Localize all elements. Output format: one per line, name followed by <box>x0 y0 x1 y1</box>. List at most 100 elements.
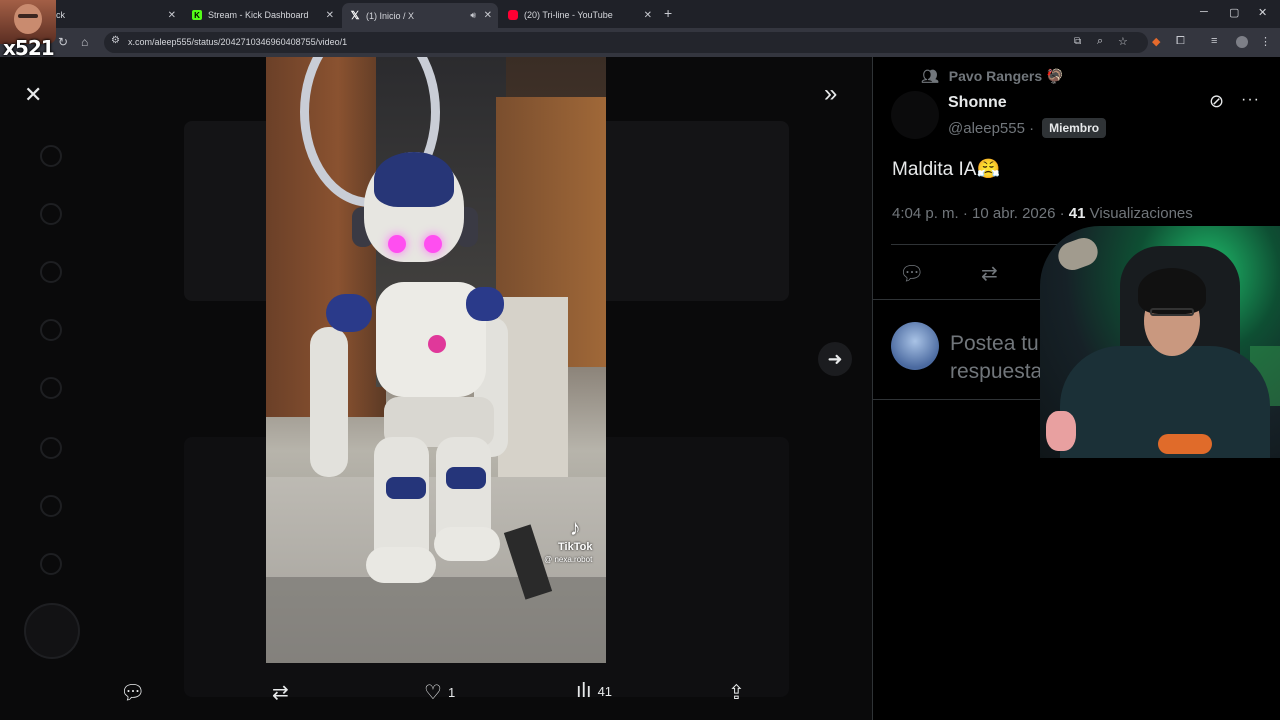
more-options-icon[interactable]: ··· <box>1241 91 1260 109</box>
robot-eye-right <box>424 235 442 253</box>
author-handle-row: @aleep555 · Miembro <box>948 118 1107 138</box>
community-name: Pavo Rangers 🦃 <box>948 68 1064 84</box>
tiktok-brand: TikTok <box>558 541 593 553</box>
browser-menu-icon[interactable]: ⋮ <box>1260 35 1271 48</box>
post-views-label: Visualizaciones <box>1089 205 1193 222</box>
cam-sticker <box>1046 411 1076 451</box>
robot-foot-left <box>366 547 436 583</box>
analytics-icon: ılı <box>576 680 592 702</box>
close-tab-icon[interactable]: ✕ <box>484 10 492 21</box>
media-control-icon[interactable]: ≡ <box>1211 35 1217 47</box>
extensions-puzzle-icon[interactable]: ⧠ <box>1176 35 1185 48</box>
extension-fox-icon[interactable]: ◆ <box>1152 35 1160 48</box>
url-box[interactable]: ⚙ x.com/aleep555/status/2042710346960408… <box>104 32 1148 53</box>
reply-input[interactable]: Postea tu respuesta <box>950 330 1042 382</box>
views-count: 41 <box>597 684 613 699</box>
robot-shoulder-left <box>326 294 372 332</box>
close-tab-icon[interactable]: ✕ <box>326 10 334 21</box>
like-count: 1 <box>447 685 456 700</box>
speaker-icon[interactable]: 🔊︎ <box>470 10 476 21</box>
robot-eye-left <box>388 235 406 253</box>
robot-head-cap <box>374 152 454 207</box>
reload-icon[interactable]: ↻ <box>58 35 68 49</box>
grok-icon[interactable]: ⊘ <box>1209 91 1224 112</box>
maximize-icon[interactable]: ▢ <box>1229 6 1239 19</box>
messages-nav-icon <box>40 319 62 341</box>
tiktok-watermark: ♪ TikTok @ nexa.robot <box>544 515 593 565</box>
reply-button[interactable]: 💬︎ <box>120 680 151 705</box>
robot-foot-right <box>434 527 500 561</box>
window-close-icon[interactable]: ✕ <box>1258 6 1267 19</box>
site-info-icon[interactable]: ⚙ <box>111 35 120 46</box>
author-handle[interactable]: @aleep555 · <box>948 120 1034 137</box>
scene-shadow <box>266 577 606 663</box>
robot-knee-right <box>446 467 486 489</box>
cam-hand <box>1158 434 1212 454</box>
author-name[interactable]: Shonne <box>948 94 1007 112</box>
robot-chest-light <box>428 335 446 353</box>
post-views-count: 41 <box>1068 205 1086 222</box>
side-reply-icon[interactable]: 💬︎ <box>899 261 924 286</box>
video-player[interactable]: ♪ TikTok @ nexa.robot <box>266 57 606 663</box>
reply-icon: 💬︎ <box>120 682 146 704</box>
x-logo-icon: 𝕏 <box>350 10 360 22</box>
tab-kick-dashboard[interactable]: K Stream - Kick Dashboard ✕ <box>184 4 340 26</box>
robot-knee-left <box>386 477 426 499</box>
grok-nav-icon <box>40 377 62 399</box>
retweet-button[interactable]: ⇄ <box>272 680 295 705</box>
tab-title: Stream - Kick Dashboard <box>208 10 309 20</box>
avatar-eyes <box>18 14 38 18</box>
profile-avatar[interactable] <box>1236 36 1248 48</box>
new-tab-icon[interactable]: + <box>664 5 672 21</box>
scene-box <box>498 297 568 487</box>
cam-microphone <box>1054 234 1102 274</box>
views-button[interactable]: ılı 41 <box>576 680 612 703</box>
like-button[interactable]: ♡ 1 <box>424 680 455 705</box>
side-retweet-icon[interactable]: ⇄ <box>981 261 998 286</box>
share-button[interactable]: ⇪ <box>728 680 751 705</box>
tab-x-home[interactable]: 𝕏 (1) Inicio / X 🔊︎ ✕ <box>342 3 498 28</box>
tab-youtube[interactable]: (20) Tri-line - YouTube ✕ <box>500 4 658 26</box>
member-badge: Miembro <box>1042 118 1107 138</box>
robot-arm-left <box>310 327 348 477</box>
media-action-bar: 💬︎ ⇄ ♡ 1 ılı 41 ⇪ <box>0 668 872 720</box>
minimize-icon[interactable]: ─ <box>1200 6 1208 18</box>
close-tab-icon[interactable]: ✕ <box>168 10 176 21</box>
home-icon[interactable]: ⌂ <box>81 35 88 49</box>
youtube-icon <box>508 10 518 20</box>
more-nav-icon <box>40 553 62 575</box>
tab-title: (20) Tri-line - YouTube <box>524 10 613 20</box>
community-label[interactable]: 👥︎ Pavo Rangers 🦃 <box>921 68 1063 85</box>
robot-shoulder-right <box>466 287 504 321</box>
browser-tab-bar: ck ✕ K Stream - Kick Dashboard ✕ 𝕏 (1) I… <box>0 0 1280 28</box>
address-bar: ↻ ⌂ ⚙ x.com/aleep555/status/204271034696… <box>0 28 1280 57</box>
expand-panel-icon[interactable]: » <box>824 80 837 108</box>
zoom-icon[interactable]: ⌕ <box>1097 35 1103 48</box>
post-time[interactable]: 4:04 p. m. · 10 abr. 2026 · <box>892 205 1065 222</box>
retweet-icon: ⇄ <box>272 682 289 704</box>
bookmark-star-icon[interactable]: ☆ <box>1118 35 1128 48</box>
url-text[interactable]: x.com/aleep555/status/204271034696040875… <box>128 37 347 47</box>
install-app-icon[interactable]: ⧉ <box>1074 36 1081 47</box>
explore-nav-icon <box>40 203 62 225</box>
profile-nav-icon <box>40 495 62 517</box>
close-tab-icon[interactable]: ✕ <box>644 10 652 21</box>
home-nav-icon <box>40 145 62 167</box>
next-media-arrow-icon[interactable]: ➜ <box>818 342 852 376</box>
post-meta: 4:04 p. m. · 10 abr. 2026 · 41 Visualiza… <box>892 205 1193 222</box>
current-user-avatar <box>891 322 939 370</box>
post-text: Maldita IA😤 <box>892 159 1001 180</box>
tab-title: ck <box>56 10 65 20</box>
tiktok-username: @ nexa.robot <box>544 555 593 564</box>
share-icon: ⇪ <box>728 682 745 704</box>
heart-icon: ♡ <box>424 682 442 704</box>
author-avatar[interactable] <box>891 91 939 139</box>
lists-nav-icon <box>40 437 62 459</box>
cam-person-glasses <box>1150 308 1194 316</box>
close-viewer-icon[interactable]: ✕ <box>24 82 42 108</box>
tab-title: (1) Inicio / X <box>366 10 415 21</box>
avatar-face <box>14 4 42 34</box>
compose-nav-icon <box>24 603 80 659</box>
webcam-overlay <box>1040 226 1280 458</box>
tiktok-logo-icon: ♪ <box>569 515 581 540</box>
